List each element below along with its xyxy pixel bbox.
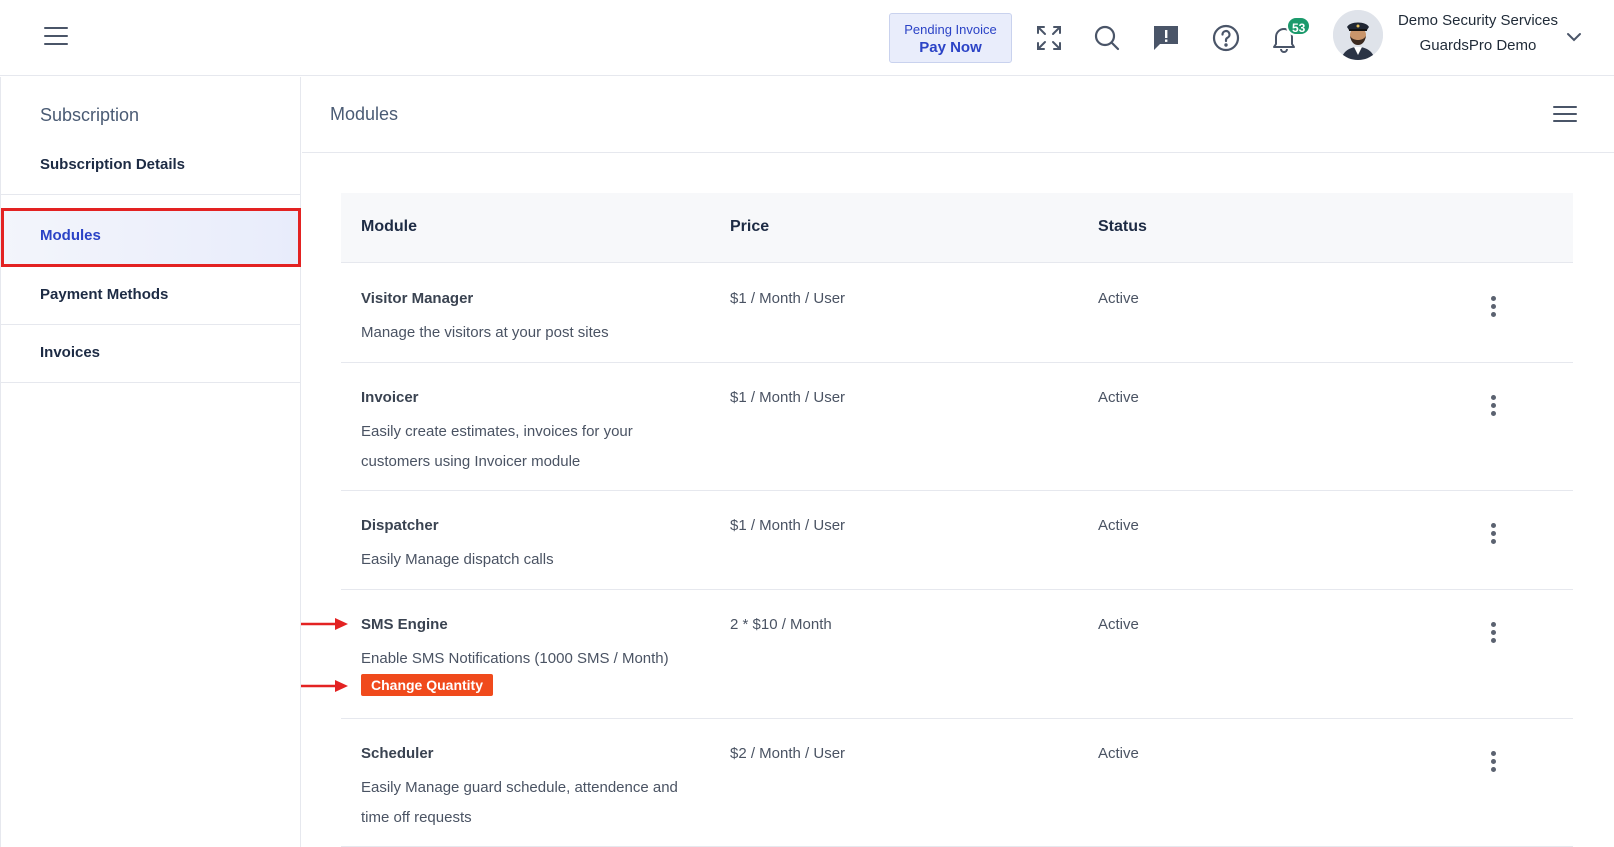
- table-header: Module Price Status: [341, 193, 1573, 263]
- user-name[interactable]: Demo Security Services: [1394, 12, 1562, 29]
- module-description: Enable SMS Notifications (1000 SMS / Mon…: [361, 650, 669, 667]
- sidebar-title: Subscription: [40, 105, 140, 125]
- pending-invoice-button[interactable]: Pending Invoice Pay Now: [889, 13, 1012, 63]
- column-header-status: Status: [1098, 218, 1147, 235]
- column-header-module: Module: [361, 218, 417, 235]
- sidebar-item-label: Modules: [40, 227, 101, 244]
- fullscreen-icon[interactable]: [1033, 22, 1065, 54]
- table-row: SMS Engine Enable SMS Notifications (100…: [341, 590, 1573, 719]
- table-row: Invoicer Easily create estimates, invoic…: [341, 363, 1573, 491]
- search-icon[interactable]: [1091, 22, 1123, 54]
- sidebar-item-label: Invoices: [40, 344, 101, 361]
- module-price: $1 / Month / User: [730, 290, 846, 307]
- sidebar: Subscription Subscription Details Module…: [0, 77, 301, 847]
- module-name: Invoicer: [361, 389, 419, 406]
- annotation-arrow-icon: [301, 679, 349, 693]
- module-price: $1 / Month / User: [730, 517, 846, 534]
- divider: [302, 152, 1614, 153]
- module-price: 2 * $10 / Month: [730, 616, 832, 633]
- module-status: Active: [1098, 616, 1139, 633]
- page-title: Modules: [330, 104, 399, 124]
- more-options-icon[interactable]: [1486, 395, 1500, 419]
- more-options-icon[interactable]: [1486, 751, 1500, 775]
- module-description: Easily create estimates, invoices for yo…: [361, 423, 633, 470]
- module-price: $2 / Month / User: [730, 745, 846, 762]
- sidebar-item-label: Subscription Details: [40, 156, 186, 173]
- module-name: SMS Engine: [361, 616, 448, 633]
- module-name: Visitor Manager: [361, 290, 474, 307]
- hamburger-icon[interactable]: [44, 27, 68, 47]
- annotation-arrow-icon: [301, 617, 349, 631]
- sidebar-item-subscription-details[interactable]: Subscription Details: [1, 137, 301, 195]
- module-price: $1 / Month / User: [730, 389, 846, 406]
- module-status: Active: [1098, 389, 1139, 406]
- top-header: Pending Invoice Pay Now 53 Demo Security…: [0, 0, 1614, 76]
- module-status: Active: [1098, 517, 1139, 534]
- feedback-icon[interactable]: [1150, 22, 1182, 54]
- help-icon[interactable]: [1210, 22, 1242, 54]
- module-status: Active: [1098, 290, 1139, 307]
- more-options-icon[interactable]: [1486, 523, 1500, 547]
- more-options-icon[interactable]: [1486, 622, 1500, 646]
- sidebar-item-modules[interactable]: Modules: [1, 208, 301, 267]
- avatar[interactable]: [1333, 10, 1383, 60]
- pay-now-label: Pay Now: [919, 39, 982, 56]
- user-organization: GuardsPro Demo: [1419, 37, 1537, 54]
- module-name: Dispatcher: [361, 517, 439, 534]
- chevron-down-icon[interactable]: [1565, 28, 1583, 46]
- module-status: Active: [1098, 745, 1139, 762]
- sidebar-item-invoices[interactable]: Invoices: [1, 325, 301, 383]
- notification-count-badge: 53: [1286, 16, 1312, 36]
- pending-invoice-label: Pending Invoice: [904, 22, 997, 37]
- change-quantity-button[interactable]: Change Quantity: [361, 674, 494, 696]
- table-row: Visitor Manager Manage the visitors at y…: [341, 264, 1573, 363]
- sidebar-item-payment-methods[interactable]: Payment Methods: [1, 267, 301, 325]
- table-row: Dispatcher Easily Manage dispatch calls …: [341, 491, 1573, 590]
- menu-icon[interactable]: [1553, 106, 1577, 124]
- column-header-price: Price: [730, 218, 770, 235]
- more-options-icon[interactable]: [1486, 296, 1500, 320]
- module-name: Scheduler: [361, 745, 434, 762]
- module-description: Easily Manage dispatch calls: [361, 551, 554, 568]
- sidebar-item-label: Payment Methods: [40, 286, 169, 303]
- module-description: Manage the visitors at your post sites: [361, 324, 609, 341]
- module-description: Easily Manage guard schedule, attendence…: [361, 779, 678, 826]
- table-row: Scheduler Easily Manage guard schedule, …: [341, 719, 1573, 847]
